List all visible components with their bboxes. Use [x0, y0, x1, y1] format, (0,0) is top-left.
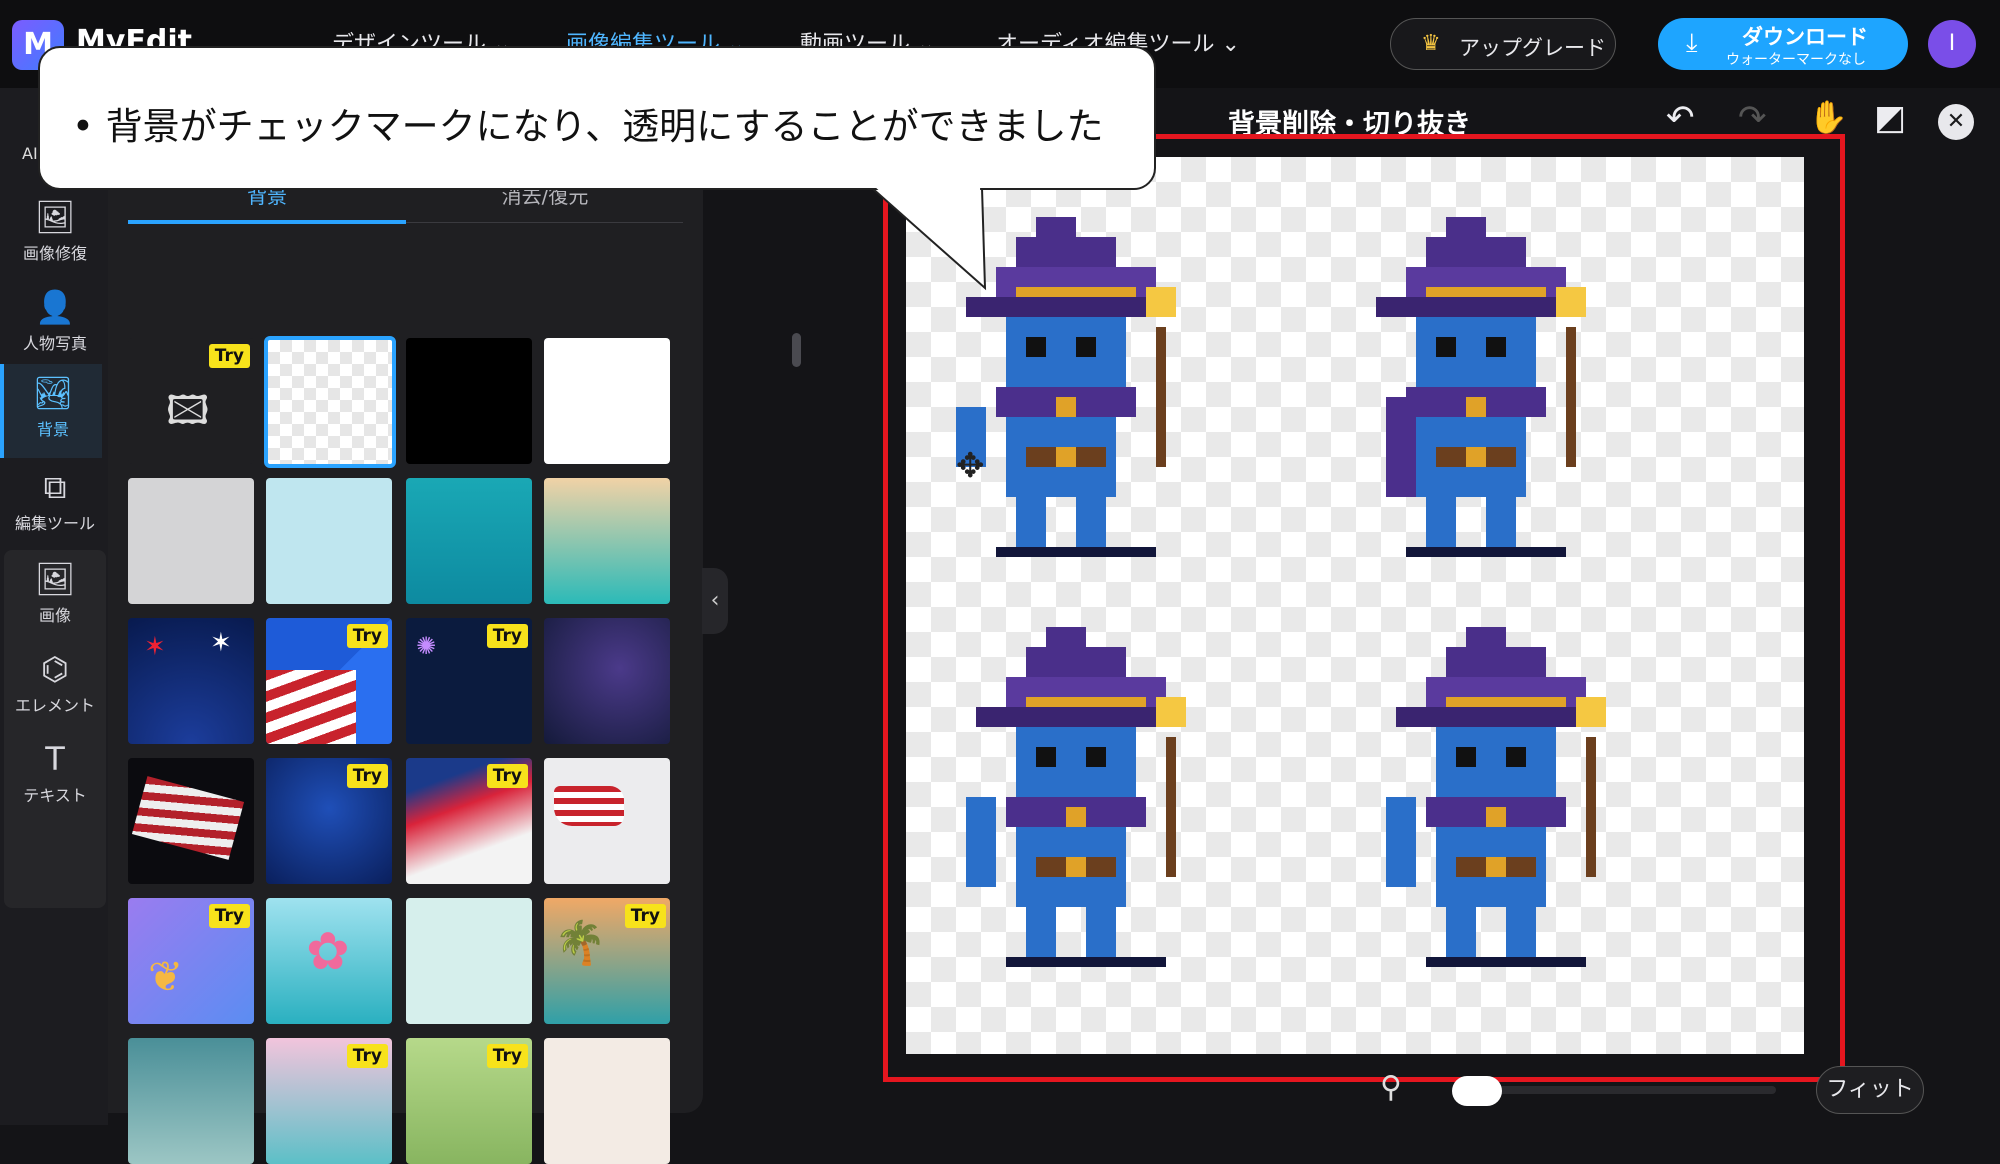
grunge-flag-tile[interactable] — [128, 758, 254, 884]
hibiscus-beach-tile[interactable]: ✿ — [266, 898, 392, 1024]
undo-icon[interactable]: ↶ — [1666, 98, 1695, 138]
hand-pan-icon[interactable]: ✋ — [1808, 98, 1848, 136]
hello-summer-tile[interactable] — [128, 1038, 254, 1164]
background-panel: 背景 消去/復元 🖾 Try ✶ ✶ Try ✺ Try Try Try ❦ T… — [108, 88, 801, 1164]
panel-scrollbar[interactable] — [792, 333, 801, 367]
upgrade-button[interactable]: ♛ アップグレード — [1390, 18, 1616, 70]
chevron-left-icon: ‹ — [710, 588, 720, 613]
palm-decor: 🌴 — [554, 918, 607, 967]
tropical-leaves-tile[interactable]: ❦ Try — [128, 898, 254, 1024]
zoom-slider-knob[interactable] — [1452, 1076, 1502, 1106]
love-summer-tile[interactable] — [544, 1038, 670, 1164]
try-badge: Try — [208, 904, 250, 928]
edit-tools-icon: ⧉ — [43, 468, 67, 506]
avatar[interactable]: I — [1928, 20, 1976, 68]
add-image-icon: 🖾 — [166, 388, 210, 434]
image-repair-icon: 🖼 — [34, 198, 76, 236]
caustic-water-tile[interactable] — [406, 898, 532, 1024]
palm-oasis-tile[interactable]: 🌴 Try — [544, 898, 670, 1024]
star-decor: ✶ — [210, 628, 232, 658]
black-bg-tile[interactable] — [406, 338, 532, 464]
sidebar-item-edit-tools[interactable]: ⧉ 編集ツール — [4, 458, 106, 546]
image-icon: 🖼 — [34, 560, 76, 598]
left-sidebar: AI 🖼 画像修復 👤 人物写真 🏞 背景 ⧉ 編集ツール 🖼 画像 ⌬ エレメ… — [0, 88, 108, 1125]
portrait-icon: 👤 — [35, 288, 75, 326]
try-badge: Try — [346, 764, 388, 788]
bunting-night-tile[interactable]: ✺ Try — [406, 618, 532, 744]
highlight-box — [883, 134, 1845, 1082]
purple-sparkle-tile[interactable] — [544, 618, 670, 744]
summer-text-tile[interactable]: Try — [406, 1038, 532, 1164]
fit-button[interactable]: フィット — [1816, 1066, 1924, 1114]
flag-fireworks-tile[interactable]: Try — [266, 618, 392, 744]
sea-horizon-tile[interactable]: Try — [266, 1038, 392, 1164]
callout-text: • 背景がチェックマークになり、透明にすることができました — [72, 105, 1104, 148]
elements-icon: ⌬ — [41, 650, 69, 688]
sidebar-item-text[interactable]: T テキスト — [4, 730, 106, 818]
sidebar-item-background[interactable]: 🏞 背景 — [0, 364, 102, 458]
download-icon: ⤓ — [1686, 28, 1698, 58]
upload-image-tile[interactable]: 🖾 Try — [128, 338, 254, 464]
transparent-bg-tile[interactable] — [264, 336, 396, 468]
background-icon: 🏞 — [32, 374, 74, 412]
redo-icon[interactable]: ↷ — [1738, 98, 1767, 138]
try-badge: Try — [486, 764, 528, 788]
hibiscus-decor: ✿ — [306, 922, 350, 982]
flag-map-shape — [554, 786, 624, 826]
gray-bg-tile[interactable] — [128, 478, 254, 604]
download-button[interactable]: ⤓ ダウンロード ウォーターマークなし — [1658, 18, 1908, 70]
sidebar-item-image[interactable]: 🖼 画像 — [4, 550, 106, 638]
fireworks-blue-tile[interactable]: Try — [266, 758, 392, 884]
try-badge: Try — [346, 1044, 388, 1068]
try-badge: Try — [208, 344, 250, 368]
star-decor: ✶ — [144, 632, 166, 662]
try-badge: Try — [624, 904, 666, 928]
sidebar-item-portrait[interactable]: 👤 人物写真 — [4, 278, 106, 366]
sidebar-item-elements[interactable]: ⌬ エレメント — [4, 640, 106, 728]
flag-stripes — [266, 670, 356, 744]
crown-icon: ♛ — [1421, 31, 1441, 56]
try-badge: Try — [346, 624, 388, 648]
compare-icon[interactable]: ◩ — [1874, 98, 1906, 138]
light-blue-bg-tile[interactable] — [266, 478, 392, 604]
try-badge: Try — [486, 624, 528, 648]
ai-label: AI — [22, 144, 38, 163]
white-bg-tile[interactable] — [544, 338, 670, 464]
gradient-bg-tile[interactable] — [544, 478, 670, 604]
zoom-icon[interactable]: ⚲ — [1380, 1070, 1402, 1105]
try-badge: Try — [486, 1044, 528, 1068]
sidebar-item-image-repair[interactable]: 🖼 画像修復 — [4, 188, 106, 276]
active-tab-indicator — [128, 220, 406, 224]
leaf-decor: ❦ — [148, 952, 184, 1001]
teal-bg-tile[interactable] — [406, 478, 532, 604]
usa-map-tile[interactable] — [544, 758, 670, 884]
close-button[interactable]: ✕ — [1938, 104, 1974, 140]
flag-stripes — [131, 776, 245, 860]
text-icon: T — [45, 740, 65, 778]
collapse-panel-button[interactable]: ‹ — [702, 568, 728, 634]
fireworks-navy-tile[interactable]: ✶ ✶ — [128, 618, 254, 744]
flag-wave-tile[interactable]: Try — [406, 758, 532, 884]
firework-decor: ✺ — [416, 632, 437, 660]
